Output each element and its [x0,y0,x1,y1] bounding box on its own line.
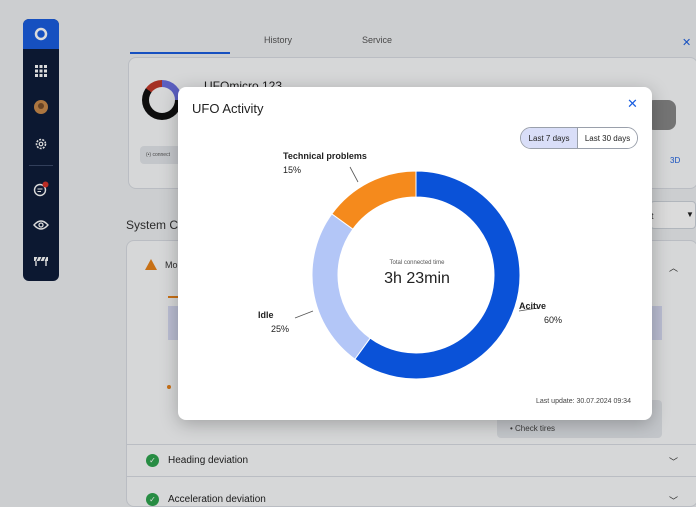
leader-line-technical [349,166,359,183]
activity-donut-chart [294,166,539,380]
label-idle-value: 25% [271,324,290,334]
leader-line-idle [294,310,314,319]
label-tech-value: 15% [283,165,302,175]
center-label: Total connected time [389,260,445,266]
label-tech-name: Technical problems [283,151,367,161]
label-idle-name: Idle [258,310,274,320]
label-active-value: 60% [544,315,563,325]
donut-slice-technical-problems [331,170,417,230]
center-value: 3h 23min [384,270,450,287]
ufo-activity-modal: UFO Activity ✕ Last 7 days Last 30 days … [178,87,652,420]
last-update-text: Last update: 30.07.2024 09:34 [536,398,631,405]
label-active-name: Acitve [519,301,547,311]
